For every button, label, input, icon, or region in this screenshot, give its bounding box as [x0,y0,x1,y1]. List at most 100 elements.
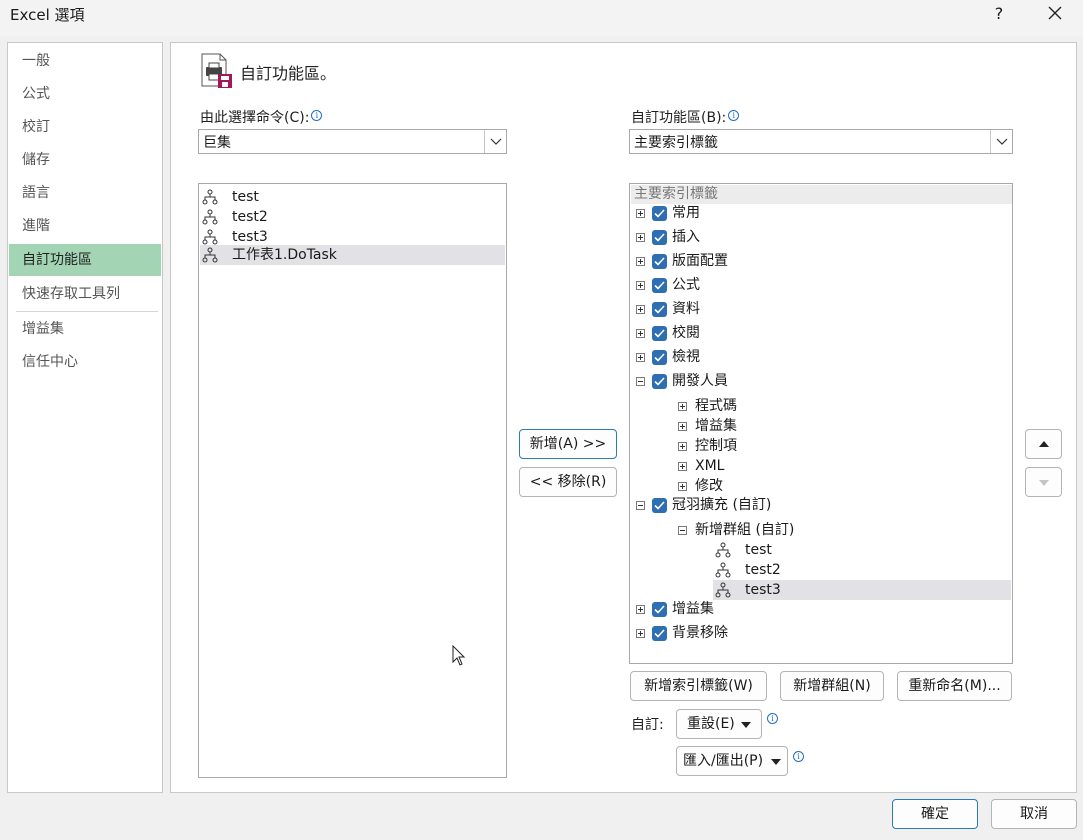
tree-item-label: 公式 [672,277,700,293]
title-bar [0,0,1083,36]
macro-icon [715,562,731,578]
nav-item-proofing[interactable]: 校訂 [9,111,161,143]
list-item[interactable]: test2 [200,207,505,227]
reset-button[interactable]: 重設(E) [676,709,762,739]
chevron-down-icon[interactable] [990,130,1012,153]
macro-icon [202,229,218,245]
expand-icon[interactable] [636,305,645,314]
checkbox[interactable] [652,278,667,293]
tree-item-label: test2 [745,562,781,578]
expand-icon[interactable] [636,353,645,362]
checkbox[interactable] [652,254,667,269]
info-icon[interactable]: i [728,110,740,121]
list-item-label: 工作表1.DoTask [232,247,337,263]
choose-commands-dropdown[interactable]: 巨集 [198,129,507,154]
expand-icon[interactable] [636,605,645,614]
nav-divider [16,311,158,312]
import-export-label: 匯入/匯出(P) [683,753,764,769]
checkbox[interactable] [652,350,667,365]
import-export-button[interactable]: 匯入/匯出(P) [676,746,788,776]
tree-item-label: 修改 [695,478,723,494]
collapse-icon[interactable] [678,526,687,535]
nav-item-add-ins[interactable]: 增益集 [9,313,161,345]
tree-item-label: 背景移除 [672,625,728,641]
tree-item-label: 插入 [672,229,700,245]
checkbox[interactable] [652,206,667,221]
tree-item-label: 常用 [672,205,700,221]
customize-ribbon-label: 自訂功能區(B): i [631,107,740,127]
new-tab-button[interactable]: 新增索引標籤(W) [630,671,767,701]
nav-item-trust-center[interactable]: 信任中心 [9,346,161,378]
tree-item-label: 控制項 [695,438,737,454]
expand-icon[interactable] [678,462,687,471]
close-button[interactable] [1040,0,1070,28]
collapse-icon[interactable] [636,377,645,386]
triangle-down-icon [771,759,781,765]
nav-item-save[interactable]: 儲存 [9,144,161,176]
nav-item-quick-access-toolbar[interactable]: 快速存取工具列 [9,278,161,310]
info-icon[interactable]: i [793,751,804,762]
expand-icon[interactable] [636,281,645,290]
nav-item-advanced[interactable]: 進階 [9,210,161,242]
checkbox[interactable] [652,326,667,341]
list-item[interactable]: test3 [200,227,505,247]
macro-icon [202,189,218,205]
commands-list[interactable]: test test2 test3 工作表1.DoTask [198,183,507,778]
rename-button[interactable]: 重新命名(M)... [897,671,1012,701]
remove-button[interactable]: << 移除(R) [519,467,617,497]
triangle-up-icon [1039,441,1049,447]
customize-ribbon-icon [200,52,234,90]
macro-icon [202,209,218,225]
expand-icon[interactable] [678,402,687,411]
tree-header: 主要索引標籤 [631,185,1012,204]
move-up-button[interactable] [1025,429,1062,459]
cancel-button[interactable]: 取消 [991,799,1077,829]
nav-item-customize-ribbon[interactable]: 自訂功能區 [9,244,161,276]
collapse-icon[interactable] [636,501,645,510]
window-title: Excel 選項 [10,6,85,24]
nav-item-language[interactable]: 語言 [9,177,161,209]
customize-ribbon-value: 主要索引標籤 [634,135,718,151]
macro-icon [202,247,218,263]
checkbox[interactable] [652,626,667,641]
new-group-button[interactable]: 新增群組(N) [780,671,884,701]
triangle-down-icon [1039,480,1049,486]
info-icon[interactable]: i [767,713,778,724]
tree-item-label: 校閱 [672,325,700,341]
move-down-button[interactable] [1025,467,1062,497]
expand-icon[interactable] [636,209,645,218]
expand-icon[interactable] [636,629,645,638]
checkbox[interactable] [652,230,667,245]
checkbox[interactable] [652,602,667,617]
expand-icon[interactable] [678,422,687,431]
checkbox[interactable] [652,498,667,513]
tree-item-label: 新增群組 (自訂) [695,522,795,538]
chevron-down-icon[interactable] [484,130,506,153]
list-item-selected[interactable]: 工作表1.DoTask [200,245,505,265]
choose-commands-text: 由此選擇命令(C): [200,110,310,126]
expand-icon[interactable] [636,329,645,338]
tree-item-label: 增益集 [695,418,737,434]
list-item[interactable]: test [200,187,505,207]
tree-item-label: 檢視 [672,349,700,365]
ok-button[interactable]: 確定 [892,799,978,829]
tree-item-label: 版面配置 [672,253,728,269]
tree-item-label: XML [695,458,725,474]
mouse-cursor-icon [452,645,466,666]
page-title: 自訂功能區。 [240,64,337,83]
tree-item-label: 冠羽擴充 (自訂) [672,497,772,513]
expand-icon[interactable] [678,442,687,451]
checkbox[interactable] [652,302,667,317]
expand-icon[interactable] [678,482,687,491]
info-icon[interactable]: i [311,110,323,121]
expand-icon[interactable] [636,257,645,266]
close-icon [1048,6,1062,20]
help-button[interactable]: ? [984,0,1014,28]
nav-item-formulas[interactable]: 公式 [9,78,161,110]
nav-item-general[interactable]: 一般 [9,45,161,77]
add-button[interactable]: 新增(A) >> [519,429,617,459]
expand-icon[interactable] [636,233,645,242]
list-item-label: test3 [232,229,268,245]
checkbox[interactable] [652,374,667,389]
customize-ribbon-dropdown[interactable]: 主要索引標籤 [629,129,1013,154]
